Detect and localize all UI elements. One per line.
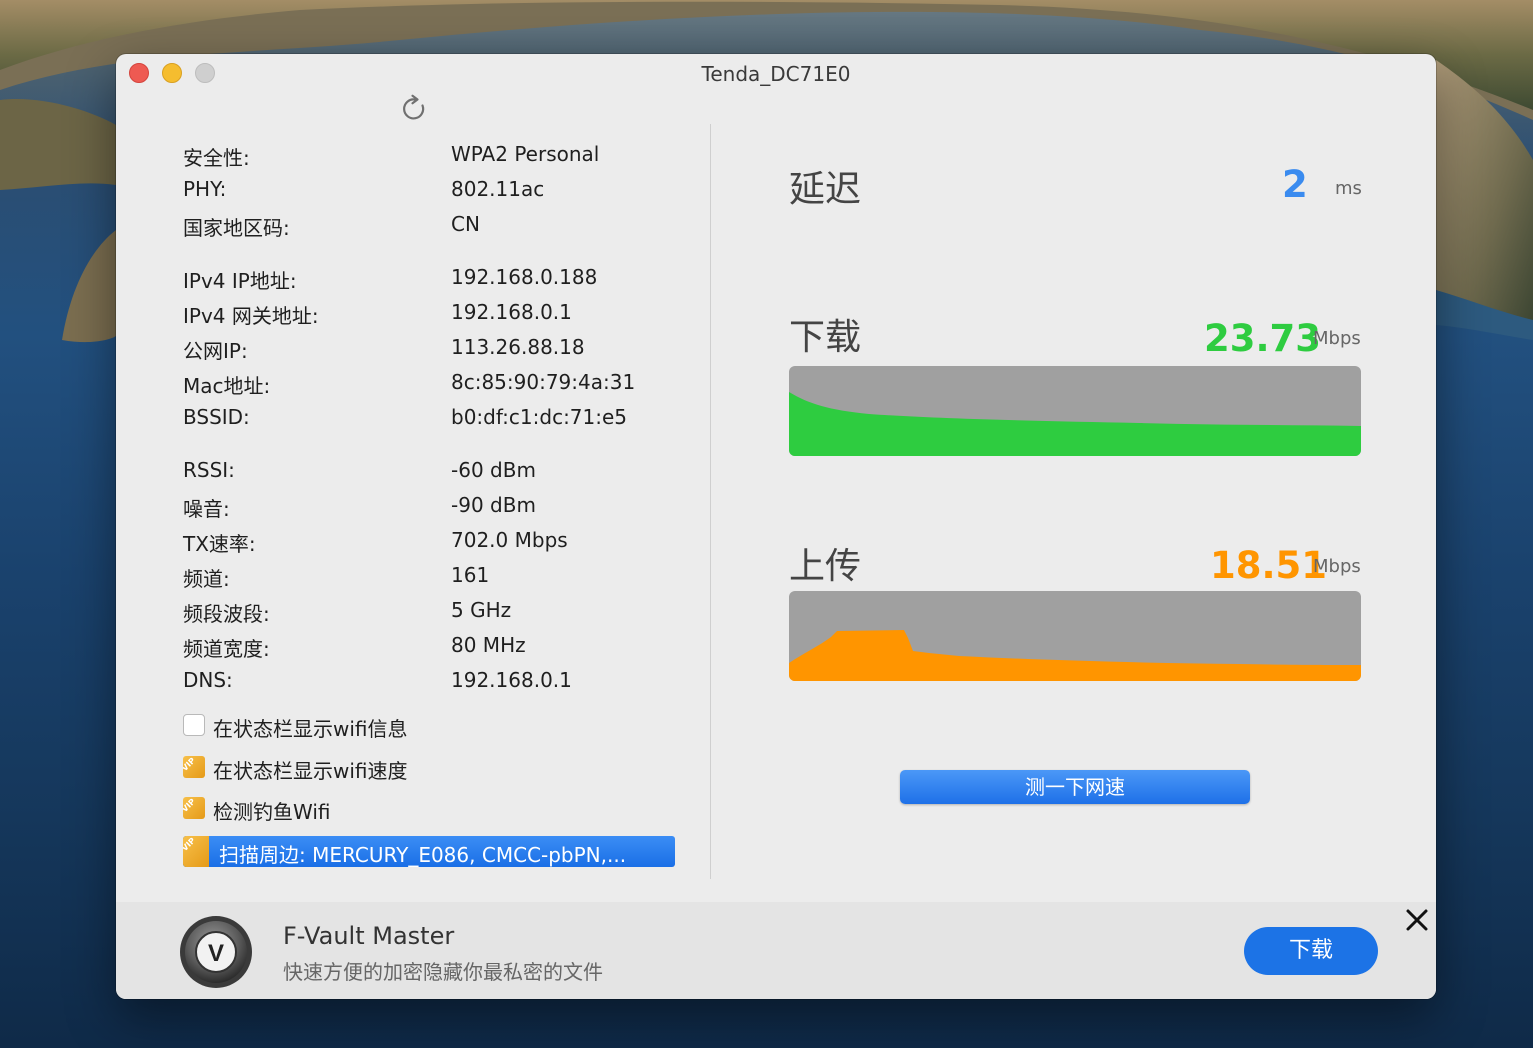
info-value: 192.168.0.1 (451, 668, 572, 692)
info-key: 公网IP: (183, 339, 248, 363)
scan-nearby-text: 扫描周边: MERCURY_E086, CMCC-pbPN,... (219, 843, 627, 867)
info-value: -90 dBm (451, 493, 536, 517)
info-key: RSSI: (183, 458, 235, 482)
info-value: WPA2 Personal (451, 142, 600, 166)
vault-logo-icon[interactable]: V (178, 914, 254, 990)
latency-label: 延迟 (789, 169, 862, 210)
info-value: 192.168.0.1 (451, 300, 572, 324)
upload-graph-area (789, 630, 1361, 681)
download-graph-area (789, 392, 1361, 456)
speed-test-button[interactable]: 测一下网速 (900, 770, 1250, 804)
option-label: 检测钓鱼Wifi (213, 800, 331, 824)
scan-nearby-button[interactable]: VIP 扫描周边: MERCURY_E086, CMCC-pbPN,... (183, 836, 675, 867)
vault-logo-letter: V (208, 940, 224, 967)
info-value: 113.26.88.18 (451, 335, 585, 359)
vip-checkbox[interactable]: VIP (183, 756, 205, 778)
info-key: IPv4 IP地址: (183, 269, 297, 293)
vip-badge-icon: VIP (183, 836, 209, 867)
info-key: DNS: (183, 668, 233, 692)
info-value: 702.0 Mbps (451, 528, 568, 552)
info-value: CN (451, 212, 480, 236)
info-key: TX速率: (183, 532, 256, 556)
info-key: 安全性: (183, 146, 250, 170)
download-value: 23.73 (1204, 317, 1322, 360)
close-icon[interactable] (1404, 907, 1430, 933)
ad-title: F-Vault Master (283, 922, 455, 950)
info-key: IPv4 网关地址: (183, 304, 319, 328)
info-key: 频道: (183, 567, 230, 591)
info-value: 80 MHz (451, 633, 526, 657)
info-key: BSSID: (183, 405, 250, 429)
wifi-info-window: Tenda_DC71E0 安全性: WPA2 Personal PHY: 802… (116, 54, 1436, 999)
option-label: 在状态栏显示wifi速度 (213, 759, 408, 783)
info-key: PHY: (183, 177, 227, 201)
upload-value: 18.51 (1210, 544, 1328, 587)
latency-value: 2 (1282, 163, 1308, 206)
vip-badge-text: VIP (183, 836, 198, 853)
upload-unit: Mbps (1313, 556, 1361, 577)
download-graph (789, 366, 1361, 456)
window-title: Tenda_DC71E0 (701, 62, 851, 86)
info-value: -60 dBm (451, 458, 536, 482)
download-unit: Mbps (1313, 328, 1361, 349)
info-value: 192.168.0.188 (451, 265, 598, 289)
latency-unit: ms (1335, 178, 1362, 199)
info-value: 802.11ac (451, 177, 545, 201)
info-key: 国家地区码: (183, 216, 290, 240)
option-label: 在状态栏显示wifi信息 (213, 717, 408, 741)
info-value: 5 GHz (451, 598, 512, 622)
refresh-icon[interactable] (400, 94, 430, 124)
checkbox-unchecked[interactable] (183, 714, 205, 736)
download-label: 下载 (789, 317, 862, 358)
ad-download-button[interactable]: 下载 (1244, 927, 1378, 975)
info-value: b0:df:c1:dc:71:e5 (451, 405, 628, 429)
upload-label: 上传 (789, 546, 862, 587)
info-key: 噪音: (183, 497, 230, 521)
vip-checkbox[interactable]: VIP (183, 797, 205, 819)
vip-badge-text: VIP (183, 756, 198, 773)
ad-banner: V F-Vault Master 快速方便的加密隐藏你最私密的文件 下载 (116, 902, 1436, 999)
info-value: 161 (451, 563, 490, 587)
info-key: 频道宽度: (183, 637, 270, 661)
panel-divider (710, 124, 711, 879)
info-key: 频段波段: (183, 602, 270, 626)
ad-subtitle: 快速方便的加密隐藏你最私密的文件 (283, 960, 603, 984)
info-value: 8c:85:90:79:4a:31 (451, 370, 636, 394)
upload-graph (789, 591, 1361, 681)
vip-badge-text: VIP (183, 797, 198, 814)
info-key: Mac地址: (183, 374, 271, 398)
